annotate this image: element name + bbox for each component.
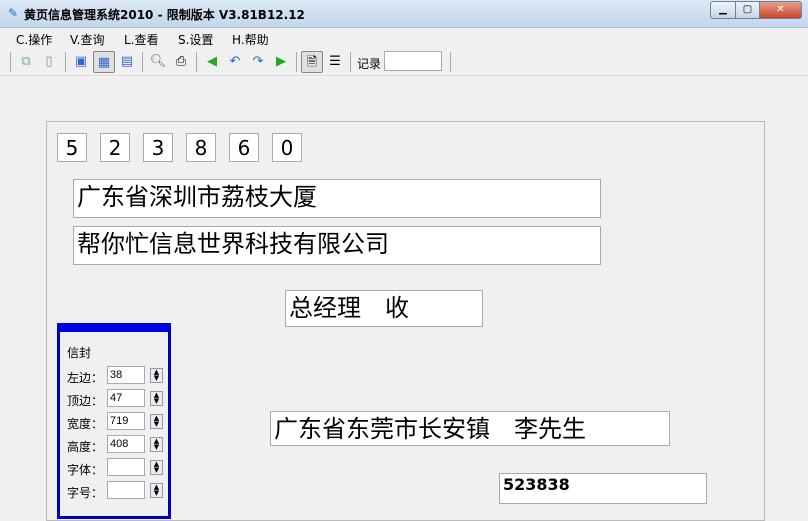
- text-icon[interactable]: ☰: [324, 51, 346, 73]
- postcode-digit[interactable]: 8: [186, 133, 216, 162]
- prop-row-top: 顶边：▲▼: [67, 389, 163, 409]
- close-button[interactable]: ✕: [759, 1, 802, 19]
- sender-postcode[interactable]: 523838: [499, 473, 707, 504]
- height-input[interactable]: [107, 435, 145, 453]
- spin-icon[interactable]: ▲ ▼: [150, 368, 163, 383]
- copy-icon[interactable]: ⧉: [15, 51, 37, 73]
- spin-icon[interactable]: ▲ ▼: [150, 391, 163, 406]
- back-icon[interactable]: ◀: [201, 51, 223, 73]
- list-view-icon[interactable]: ▤: [116, 51, 138, 73]
- postcode-digit[interactable]: 2: [100, 133, 130, 162]
- menu-operate[interactable]: C.操作: [16, 31, 52, 48]
- menu-settings[interactable]: S.设置: [178, 31, 213, 48]
- grid-view-icon[interactable]: ▦: [93, 51, 115, 73]
- width-input[interactable]: [107, 412, 145, 430]
- app-icon: ✎: [8, 6, 19, 20]
- size-input[interactable]: [107, 481, 145, 499]
- top-input[interactable]: [107, 389, 145, 407]
- sender-address[interactable]: 广东省东莞市长安镇 李先生: [270, 411, 670, 446]
- window-title: 黄页信息管理系统2010 - 限制版本 V3.81B12.12: [24, 8, 305, 22]
- print-icon[interactable]: ⎙: [170, 51, 192, 73]
- redo-icon[interactable]: ↷: [247, 51, 269, 73]
- menu-bar: C.操作 V.查询 L.查看 S.设置 H.帮助: [0, 28, 808, 48]
- record-input[interactable]: [384, 51, 442, 71]
- spin-icon[interactable]: ▲ ▼: [150, 414, 163, 429]
- menu-help[interactable]: H.帮助: [232, 31, 269, 48]
- postcode-digit[interactable]: 6: [229, 133, 259, 162]
- recipient-company[interactable]: 帮你忙信息世界科技有限公司: [73, 226, 601, 265]
- forward-icon[interactable]: ▶: [270, 51, 292, 73]
- properties-panel: 信封 左边：▲▼ 顶边：▲▼ 宽度：▲▼ 高度：▲▼ 字体：▲▼ 字号：▲▼: [57, 323, 171, 519]
- minimize-button[interactable]: ▁: [710, 1, 736, 19]
- maximize-button[interactable]: ▢: [735, 1, 760, 19]
- menu-view[interactable]: L.查看: [124, 31, 159, 48]
- document-icon[interactable]: 🗎: [301, 51, 323, 73]
- title-bar: ✎ 黄页信息管理系统2010 - 限制版本 V3.81B12.12 ▁ ▢ ✕: [0, 0, 808, 28]
- spin-icon[interactable]: ▲ ▼: [150, 483, 163, 498]
- prop-row-height: 高度：▲▼: [67, 435, 163, 455]
- undo-icon[interactable]: ↶: [224, 51, 246, 73]
- font-input[interactable]: [107, 458, 145, 476]
- card-view-icon[interactable]: ▣: [70, 51, 92, 73]
- menu-query[interactable]: V.查询: [70, 31, 104, 48]
- left-input[interactable]: [107, 366, 145, 384]
- props-title: 信封: [67, 346, 92, 360]
- preview-icon[interactable]: 🔍︎: [147, 51, 169, 73]
- recipient-name[interactable]: 总经理 收: [285, 290, 483, 327]
- postcode-digit[interactable]: 5: [57, 133, 87, 162]
- toolbar: ⧉ ▯ ▣ ▦ ▤ 🔍︎ ⎙ ◀ ↶ ↷ ▶ 🗎 ☰ 记录: [0, 48, 808, 76]
- spin-icon[interactable]: ▲ ▼: [150, 437, 163, 452]
- record-label: 记录: [357, 57, 382, 71]
- spin-icon[interactable]: ▲ ▼: [150, 460, 163, 475]
- postcode-digit[interactable]: 0: [272, 133, 302, 162]
- postcode-digit[interactable]: 3: [143, 133, 173, 162]
- recipient-address[interactable]: 广东省深圳市荔枝大厦: [73, 179, 601, 218]
- prop-row-width: 宽度：▲▼: [67, 412, 163, 432]
- new-page-icon[interactable]: ▯: [38, 51, 60, 73]
- prop-row-font: 字体： ▲ ▼: [67, 458, 163, 478]
- prop-row-size: 字号： ▲ ▼: [67, 481, 163, 501]
- prop-row-left: 左边：▲▼: [67, 366, 163, 386]
